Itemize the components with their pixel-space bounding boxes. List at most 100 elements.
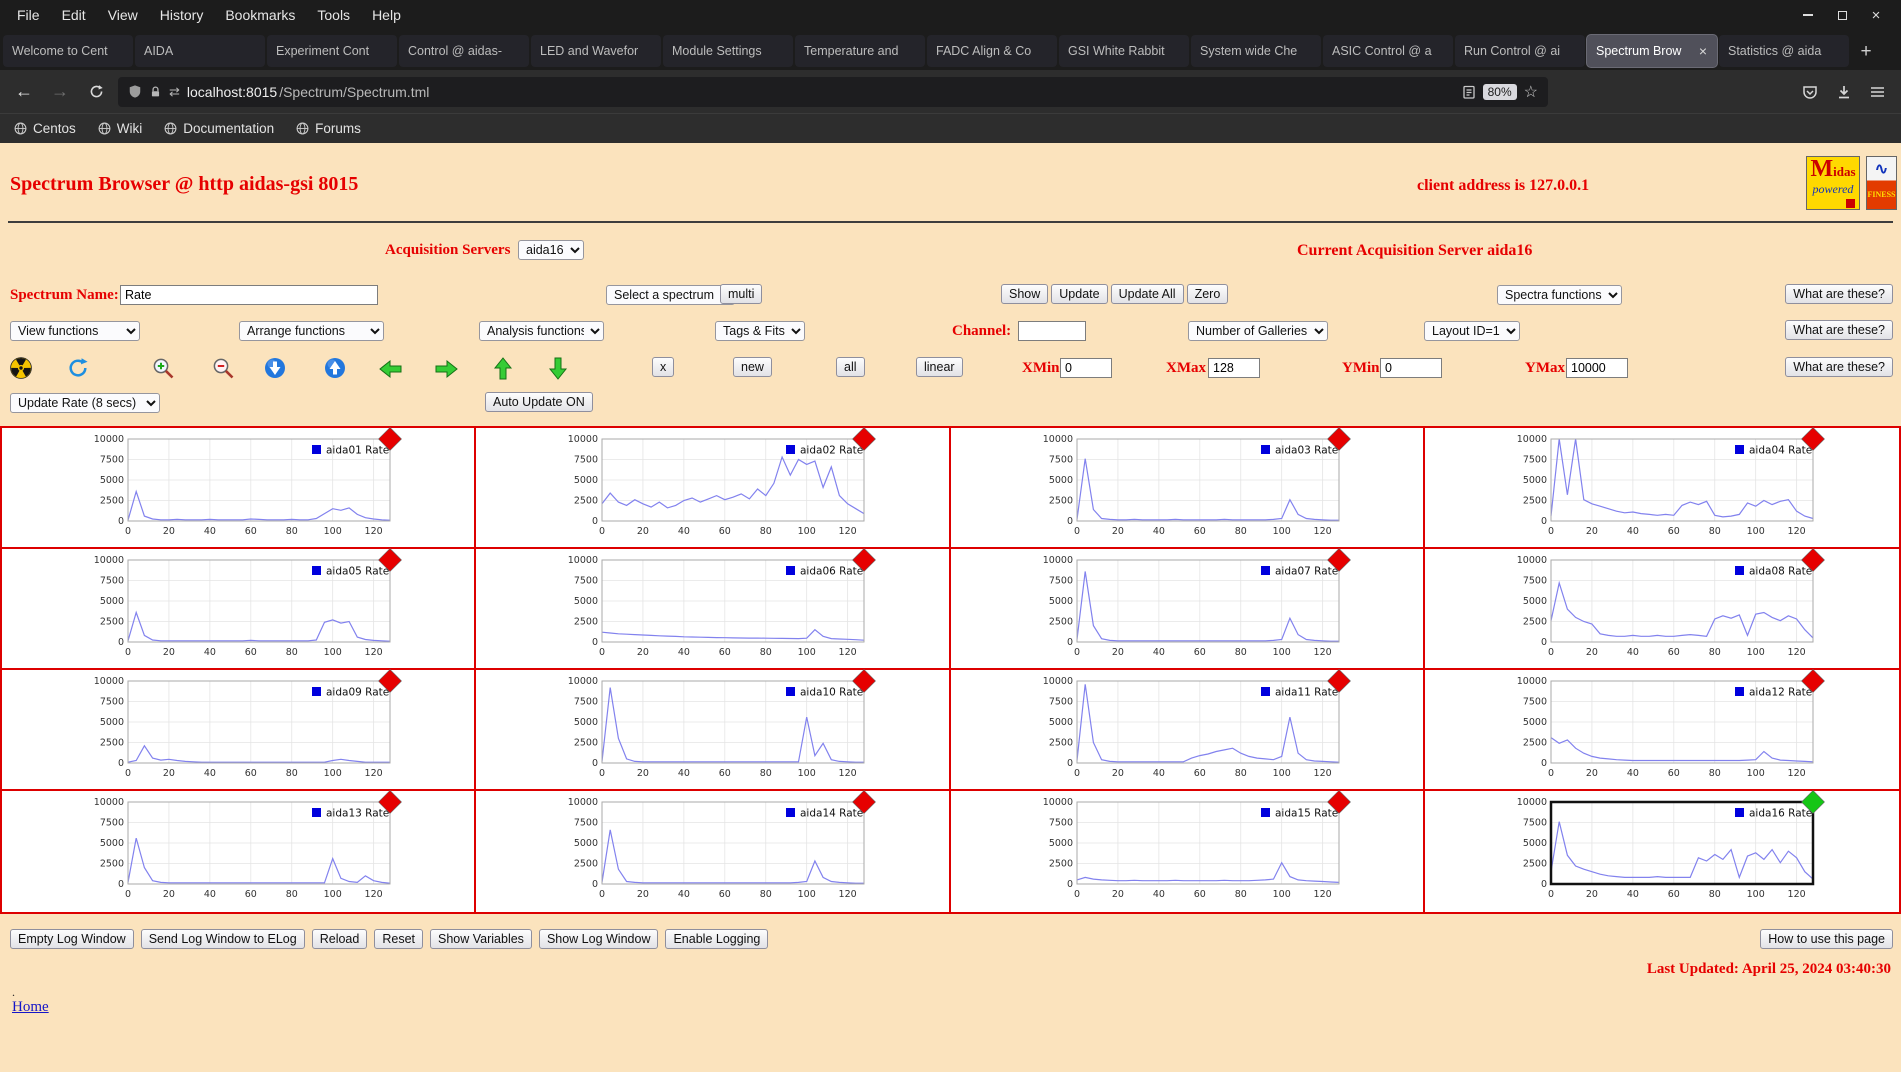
reader-mode-icon[interactable]	[1462, 85, 1476, 99]
tab-module-settings[interactable]: Module Settings	[663, 35, 793, 67]
refresh-icon[interactable]	[67, 357, 89, 379]
select-a-spectrum[interactable]: Select a spectrum	[606, 285, 735, 305]
zoom-y-out-icon[interactable]	[324, 357, 346, 379]
auto-update-button[interactable]: Auto Update ON	[485, 392, 593, 412]
spectrum-chart-aida12-rate[interactable]: 0 2500 5000 7500 10000 0 20 40 60 80 100 120 aida12 …	[1511, 669, 1825, 791]
linear-button[interactable]: linear	[916, 357, 963, 377]
bookmark-wiki[interactable]: Wiki	[98, 121, 142, 136]
zoom-out-icon[interactable]	[212, 357, 235, 380]
how-to-use-button[interactable]: How to use this page	[1760, 929, 1893, 949]
maximize-button[interactable]	[1835, 8, 1849, 22]
lock-icon[interactable]	[149, 85, 162, 99]
number-of-galleries-select[interactable]: Number of Galleries	[1188, 321, 1328, 341]
ymax-input[interactable]	[1566, 358, 1628, 378]
spectrum-chart-aida05-rate[interactable]: 0 2500 5000 7500 10000 0 20 40 60 80 100 120 aida05 …	[88, 548, 402, 670]
log-button-reset[interactable]: Reset	[374, 929, 423, 949]
spectrum-cell-aida14-rate[interactable]: 0 2500 5000 7500 10000 0 20 40 60 80 100 120 aida14 …	[476, 790, 951, 912]
spectrum-chart-aida14-rate[interactable]: 0 2500 5000 7500 10000 0 20 40 60 80 100 120 aida14 …	[562, 790, 877, 912]
update-all-button[interactable]: Update All	[1110, 284, 1184, 304]
spectrum-cell-aida03-rate[interactable]: 0 2500 5000 7500 10000 0 20 40 60 80 100 120 aida03 …	[950, 427, 1425, 549]
spectrum-cell-aida04-rate[interactable]: 0 2500 5000 7500 10000 0 20 40 60 80 100 120 aida04 …	[1424, 427, 1899, 549]
spectrum-chart-aida08-rate[interactable]: 0 2500 5000 7500 10000 0 20 40 60 80 100 120 aida08 …	[1511, 548, 1825, 670]
tab-spectrum-brow[interactable]: Spectrum Brow ×	[1587, 35, 1717, 67]
minimize-button[interactable]	[1801, 8, 1815, 22]
show-button[interactable]: Show	[1001, 284, 1049, 304]
zero-button[interactable]: Zero	[1186, 284, 1229, 304]
view-functions-select[interactable]: View functions	[10, 321, 140, 341]
spectrum-chart-aida01-rate[interactable]: 0 2500 5000 7500 10000 0 20 40 60 80 100 120 aida01 …	[88, 427, 402, 549]
tab-experiment-cont[interactable]: Experiment Cont	[267, 35, 397, 67]
spectrum-chart-aida07-rate[interactable]: 0 2500 5000 7500 10000 0 20 40 60 80 100 120 aida07 …	[1037, 548, 1351, 670]
menu-file[interactable]: File	[6, 4, 51, 26]
menu-help[interactable]: Help	[361, 4, 412, 26]
home-link[interactable]: Home	[12, 999, 49, 1016]
update-button[interactable]: Update	[1051, 284, 1108, 304]
what-are-these-button-2[interactable]: What are these?	[1785, 320, 1893, 340]
spectrum-cell-aida05-rate[interactable]: 0 2500 5000 7500 10000 0 20 40 60 80 100 120 aida05 …	[2, 548, 477, 670]
new-button[interactable]: new	[733, 357, 772, 377]
channel-input[interactable]	[1018, 321, 1086, 341]
tab-temperature-and[interactable]: Temperature and	[795, 35, 925, 67]
update-rate-select[interactable]: Update Rate (8 secs)	[10, 393, 160, 413]
bookmark-documentation[interactable]: Documentation	[164, 121, 274, 136]
spectrum-cell-aida01-rate[interactable]: 0 2500 5000 7500 10000 0 20 40 60 80 100 120 aida01 …	[2, 427, 477, 549]
tab-statistics-aida[interactable]: Statistics @ aida	[1719, 35, 1849, 67]
spectrum-chart-aida10-rate[interactable]: 0 2500 5000 7500 10000 0 20 40 60 80 100 120 aida10 …	[562, 669, 877, 791]
spectrum-cell-aida15-rate[interactable]: 0 2500 5000 7500 10000 0 20 40 60 80 100 120 aida15 …	[950, 790, 1425, 912]
tab-aida[interactable]: AIDA	[135, 35, 265, 67]
multi-button[interactable]: multi	[720, 284, 763, 304]
log-button-empty-log-window[interactable]: Empty Log Window	[10, 929, 134, 949]
hamburger-menu-icon[interactable]	[1870, 85, 1885, 99]
spectrum-cell-aida07-rate[interactable]: 0 2500 5000 7500 10000 0 20 40 60 80 100 120 aida07 …	[950, 548, 1425, 670]
xmax-input[interactable]	[1208, 358, 1260, 378]
spectra-functions-select[interactable]: Spectra functions	[1497, 285, 1622, 305]
log-button-enable-logging[interactable]: Enable Logging	[665, 929, 769, 949]
spectrum-name-input[interactable]	[120, 285, 378, 305]
log-button-show-log-window[interactable]: Show Log Window	[538, 929, 659, 949]
spectrum-cell-aida10-rate[interactable]: 0 2500 5000 7500 10000 0 20 40 60 80 100 120 aida10 …	[476, 669, 951, 791]
spectrum-cell-aida06-rate[interactable]: 0 2500 5000 7500 10000 0 20 40 60 80 100 120 aida06 …	[476, 548, 951, 670]
tab-asic-control-a[interactable]: ASIC Control @ a	[1323, 35, 1453, 67]
xmin-input[interactable]	[1060, 358, 1112, 378]
spectrum-chart-aida11-rate[interactable]: 0 2500 5000 7500 10000 0 20 40 60 80 100 120 aida11 …	[1037, 669, 1351, 791]
close-button[interactable]: ×	[1869, 7, 1883, 24]
bookmark-forums[interactable]: Forums	[296, 121, 361, 136]
reload-button[interactable]	[82, 78, 110, 106]
spectrum-cell-aida12-rate[interactable]: 0 2500 5000 7500 10000 0 20 40 60 80 100 120 aida12 …	[1424, 669, 1899, 791]
log-button-reload[interactable]: Reload	[311, 929, 368, 949]
downloads-icon[interactable]	[1836, 84, 1852, 100]
analysis-functions-select[interactable]: Analysis functions	[479, 321, 604, 341]
spectrum-chart-aida06-rate[interactable]: 0 2500 5000 7500 10000 0 20 40 60 80 100 120 aida06 …	[562, 548, 877, 670]
x-button[interactable]: x	[652, 357, 675, 377]
pan-right-icon[interactable]	[434, 359, 459, 379]
tab-gsi-white-rabbit[interactable]: GSI White Rabbit	[1059, 35, 1189, 67]
ymin-input[interactable]	[1380, 358, 1442, 378]
what-are-these-button-3[interactable]: What are these?	[1785, 357, 1893, 377]
log-button-show-variables[interactable]: Show Variables	[430, 929, 532, 949]
tab-fadc-align-co[interactable]: FADC Align & Co	[927, 35, 1057, 67]
menu-tools[interactable]: Tools	[306, 4, 361, 26]
arrange-functions-select[interactable]: Arrange functions	[239, 321, 384, 341]
zoom-level-badge[interactable]: 80%	[1482, 83, 1517, 100]
back-button[interactable]: ←	[10, 78, 38, 106]
zoom-in-icon[interactable]	[152, 357, 175, 380]
spectrum-chart-aida16-rate[interactable]: 0 2500 5000 7500 10000 0 20 40 60 80 100 120 aida16 …	[1511, 790, 1825, 912]
new-tab-button[interactable]: +	[1851, 37, 1881, 67]
bookmark-star-icon[interactable]: ☆	[1524, 82, 1538, 102]
shield-icon[interactable]	[128, 84, 142, 99]
layout-id-select[interactable]: Layout ID=1	[1424, 321, 1520, 341]
swap-arrows-icon[interactable]: ⇄	[169, 84, 180, 100]
log-button-send-log-window-to-elog[interactable]: Send Log Window to ELog	[140, 929, 305, 949]
pan-left-icon[interactable]	[378, 359, 403, 379]
pan-up-icon[interactable]	[493, 356, 513, 381]
spectrum-chart-aida15-rate[interactable]: 0 2500 5000 7500 10000 0 20 40 60 80 100 120 aida15 …	[1037, 790, 1351, 912]
tab-run-control-ai[interactable]: Run Control @ ai	[1455, 35, 1585, 67]
tab-led-and-wavefor[interactable]: LED and Wavefor	[531, 35, 661, 67]
what-are-these-button-1[interactable]: What are these?	[1785, 284, 1893, 304]
radiation-icon[interactable]	[10, 357, 32, 379]
menu-bookmarks[interactable]: Bookmarks	[214, 4, 306, 26]
tab-control-aidas[interactable]: Control @ aidas-	[399, 35, 529, 67]
tab-close-icon[interactable]: ×	[1698, 43, 1708, 59]
spectrum-chart-aida09-rate[interactable]: 0 2500 5000 7500 10000 0 20 40 60 80 100 120 aida09 …	[88, 669, 402, 791]
spectrum-cell-aida16-rate[interactable]: 0 2500 5000 7500 10000 0 20 40 60 80 100 120 aida16 …	[1424, 790, 1899, 912]
